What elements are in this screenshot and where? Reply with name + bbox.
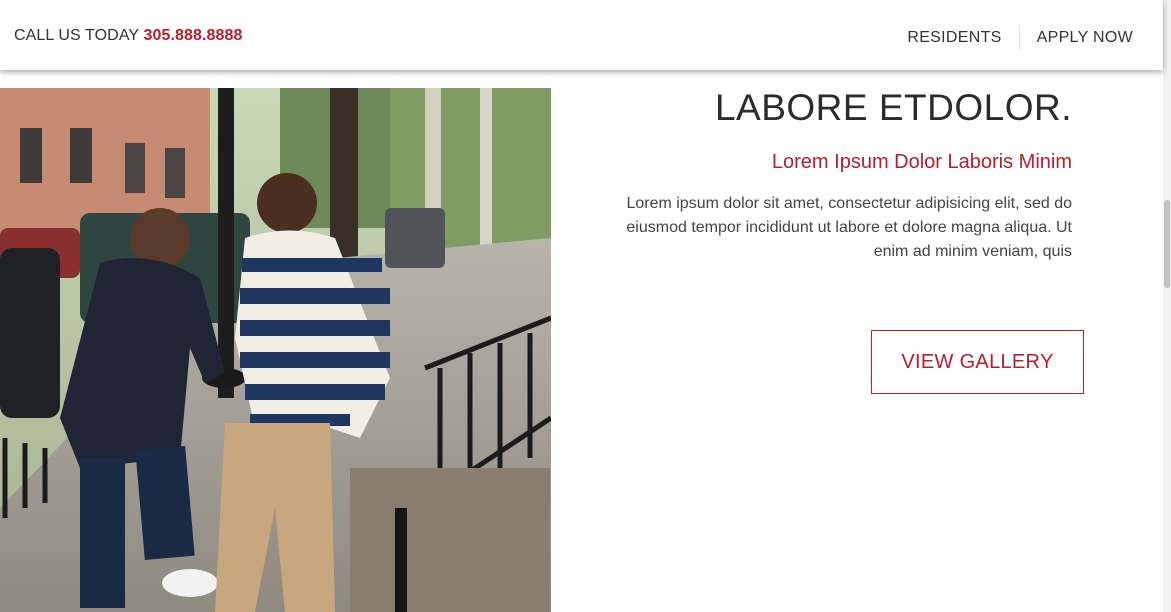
feature-content: LABORE ETDOLOR. Lorem Ipsum Dolor Labori… <box>600 88 1072 264</box>
page-scrollbar[interactable] <box>1163 0 1171 612</box>
feature-subheadline: Lorem Ipsum Dolor Laboris Minim <box>771 151 1072 173</box>
site-header: CALL US TODAY 305.888.8888 RESIDENTS APP… <box>0 0 1163 70</box>
scrollbar-thumb[interactable] <box>1164 200 1170 288</box>
top-nav: RESIDENTS APPLY NOW <box>907 26 1133 50</box>
feature-headline: LABORE ETDOLOR. <box>714 87 1072 128</box>
view-gallery-button[interactable]: VIEW GALLERY <box>871 330 1084 394</box>
call-us-text: CALL US TODAY 305.888.8888 <box>14 27 243 45</box>
feature-body-text: Lorem ipsum dolor sit amet, consectetur … <box>626 195 1072 260</box>
nav-divider <box>1018 26 1020 50</box>
hero-photo <box>0 88 551 612</box>
phone-number-link[interactable]: 305.888.8888 <box>143 27 242 44</box>
nav-residents-link[interactable]: RESIDENTS <box>907 29 1001 47</box>
nav-apply-now-link[interactable]: APPLY NOW <box>1037 29 1133 47</box>
call-us-label: CALL US TODAY <box>14 27 139 44</box>
street-scene-photo <box>0 88 551 612</box>
